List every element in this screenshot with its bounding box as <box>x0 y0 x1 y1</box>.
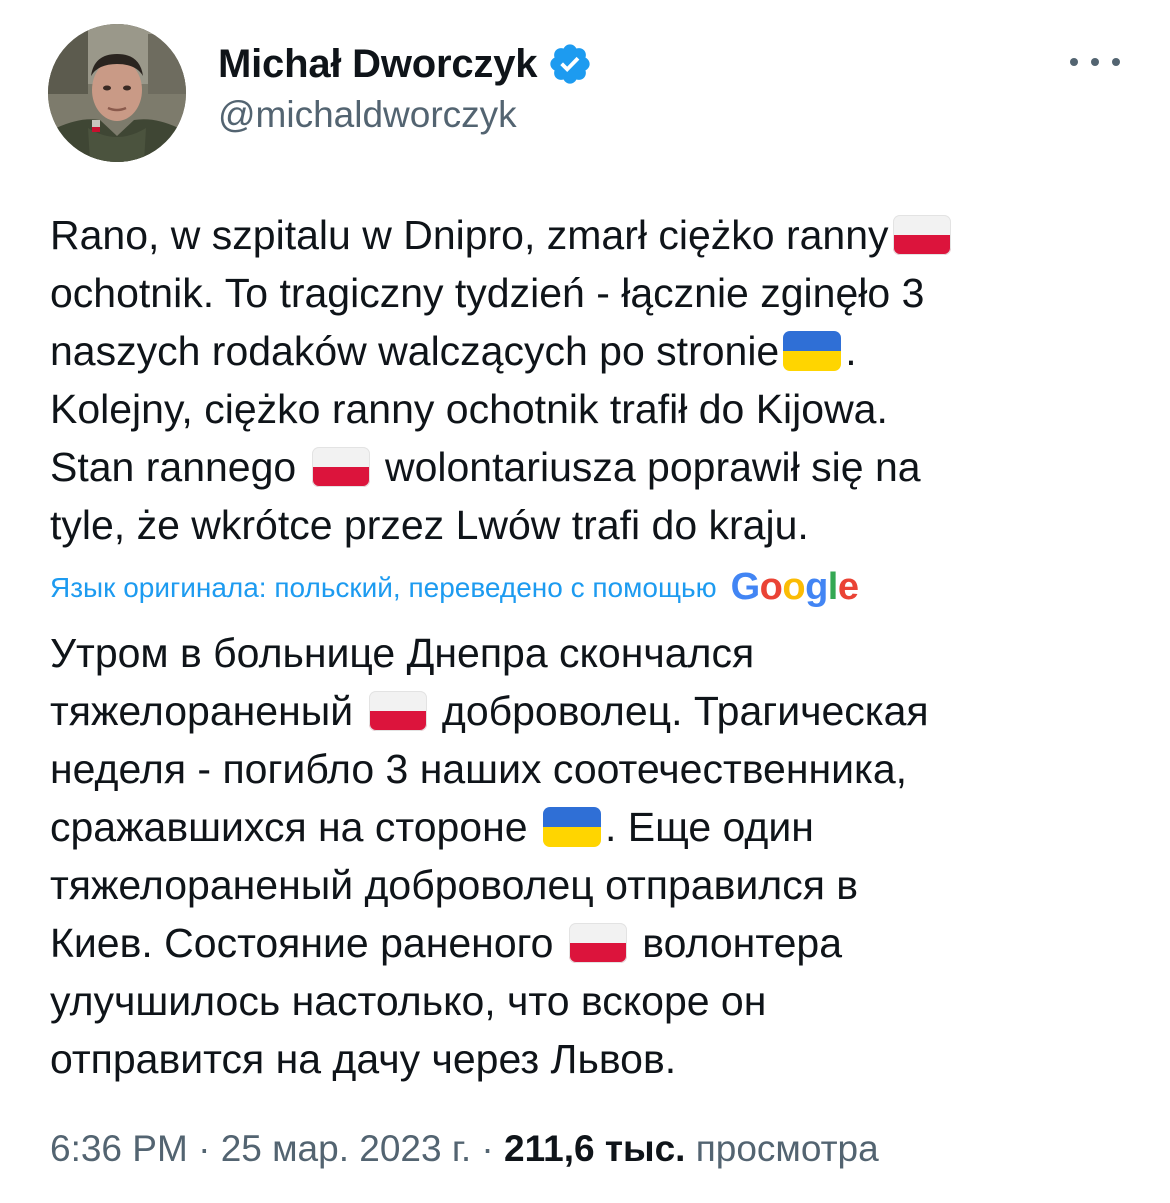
translated-text-line: неделя - погибло 3 наших соотечественник… <box>50 740 1125 798</box>
poland-flag-icon <box>892 215 951 255</box>
text-segment: сражавшихся на стороне <box>50 804 539 850</box>
translated-text-line: улучшилось настолько, что вскоре он <box>50 972 1125 1030</box>
author-display-name[interactable]: Michał Dworczyk <box>218 42 538 87</box>
translated-text: Утром в больнице Днепра скончался тяжело… <box>50 624 1125 1088</box>
text-segment: Kolejny, ciężko ranny ochotnik trafił do… <box>50 386 888 432</box>
translated-text-line: тяжелораненый доброволец отправился в <box>50 856 1125 914</box>
text-segment: неделя - погибло 3 наших соотечественник… <box>50 746 908 792</box>
text-segment: отправится на дачу через Львов. <box>50 1036 677 1082</box>
text-segment: тяжелораненый <box>50 688 365 734</box>
text-segment: . <box>845 328 857 374</box>
translated-text-line: сражавшихся на стороне . Еще один <box>50 798 1125 856</box>
verified-badge-icon[interactable] <box>547 41 593 87</box>
text-segment: Stan rannego <box>50 444 308 490</box>
views-link[interactable]: 211,6 тыс. просмотра <box>504 1128 879 1169</box>
tweet-text-line: naszych rodaków walczących po stronie. <box>50 322 1125 380</box>
more-dot <box>1112 58 1120 66</box>
author-handle[interactable]: @michaldworczyk <box>218 94 517 136</box>
poland-flag-icon <box>568 923 627 963</box>
text-segment: доброволец. Трагическая <box>430 688 929 734</box>
poland-flag-icon <box>368 691 427 731</box>
text-segment: волонтера <box>630 920 843 966</box>
translated-text-line: Киев. Состояние раненого волонтера <box>50 914 1125 972</box>
translation-note-text: Язык оригинала: польский, переведено с п… <box>50 571 717 603</box>
meta-separator: · <box>187 1128 221 1169</box>
text-segment: Киев. Состояние раненого <box>50 920 565 966</box>
text-segment: ochotnik. To tragiczny tydzień - łącznie… <box>50 270 925 316</box>
tweet-text-line: ochotnik. To tragiczny tydzień - łącznie… <box>50 264 1125 322</box>
tweet-text-line: Rano, w szpitalu w Dnipro, zmarł ciężko … <box>50 206 1125 264</box>
translated-text-line: Утром в больнице Днепра скончался <box>50 624 1125 682</box>
google-logo: Google <box>730 566 859 608</box>
tweet-text: Rano, w szpitalu w Dnipro, zmarł ciężko … <box>50 206 1125 554</box>
poland-flag-icon <box>311 447 370 487</box>
text-segment: wolontariusza poprawił się na <box>373 444 921 490</box>
tweet-text-line: Stan rannego wolontariusza poprawił się … <box>50 438 1125 496</box>
views-count: 211,6 тыс. <box>504 1128 686 1169</box>
translated-text-line: отправится на дачу через Львов. <box>50 1030 1125 1088</box>
text-segment: . Еще один <box>604 804 814 850</box>
meta-separator: · <box>471 1128 505 1169</box>
ukraine-flag-icon <box>783 331 842 371</box>
author-name-row: Michał Dworczyk <box>218 36 593 92</box>
text-segment: naszych rodaków walczących po stronie <box>50 328 780 374</box>
text-segment: tyle, że wkrótce przez Lwów trafi do kra… <box>50 502 809 548</box>
views-label: просмотра <box>685 1128 879 1169</box>
more-options-button[interactable] <box>1070 44 1120 80</box>
tweet-meta: 6:36 PM · 25 мар. 2023 г. · 211,6 тыс. п… <box>50 1128 879 1170</box>
tweet-text-line: tyle, że wkrótce przez Lwów trafi do kra… <box>50 496 1125 554</box>
tweet: Michał Dworczyk @michaldworczyk Rano, w … <box>0 0 1170 1203</box>
tweet-text-line: Kolejny, ciężko ranny ochotnik trafił do… <box>50 380 1125 438</box>
tweet-date-link[interactable]: 25 мар. 2023 г. <box>221 1128 471 1169</box>
avatar[interactable] <box>48 24 186 162</box>
text-segment: тяжелораненый доброволец отправился в <box>50 862 859 908</box>
ukraine-flag-icon <box>542 807 601 847</box>
translation-attribution[interactable]: Язык оригинала: польский, переведено с п… <box>50 566 859 609</box>
tweet-time-link[interactable]: 6:36 PM <box>50 1128 188 1169</box>
text-segment: Утром в больнице Днепра скончался <box>50 630 755 676</box>
more-dot <box>1091 58 1099 66</box>
more-horizontal-icon <box>1070 58 1078 66</box>
translated-text-line: тяжелораненый доброволец. Трагическая <box>50 682 1125 740</box>
text-segment: улучшилось настолько, что вскоре он <box>50 978 767 1024</box>
profile-photo <box>48 24 186 162</box>
text-segment: Rano, w szpitalu w Dnipro, zmarł ciężko … <box>50 212 889 258</box>
